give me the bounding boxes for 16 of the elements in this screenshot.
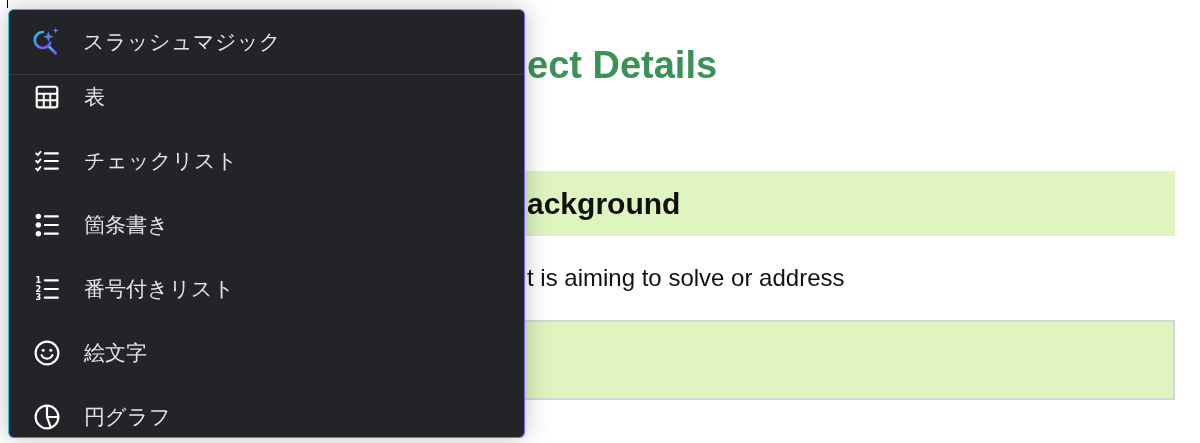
text-cursor xyxy=(7,0,8,8)
menu-item[interactable]: 絵文字 xyxy=(9,321,524,385)
table-icon xyxy=(34,84,60,110)
slash-magic-header[interactable]: スラッシュマジック xyxy=(9,10,524,75)
section-heading: ackground xyxy=(527,186,681,221)
menu-item[interactable]: 箇条書き xyxy=(9,193,524,257)
menu-item[interactable]: 1 2 3 番号付きリスト xyxy=(9,257,524,321)
bullet-list-icon xyxy=(34,212,60,238)
pie-chart-icon xyxy=(34,404,60,430)
menu-item[interactable]: 表 xyxy=(9,75,524,129)
body-text: t is aiming to solve or address xyxy=(527,263,846,293)
checklist-icon xyxy=(34,148,60,174)
menu-item[interactable]: 円グラフ xyxy=(9,385,524,437)
smiley-icon xyxy=(34,340,60,366)
menu-item[interactable]: チェックリスト xyxy=(9,129,524,193)
document-title: ect Details xyxy=(527,43,719,88)
